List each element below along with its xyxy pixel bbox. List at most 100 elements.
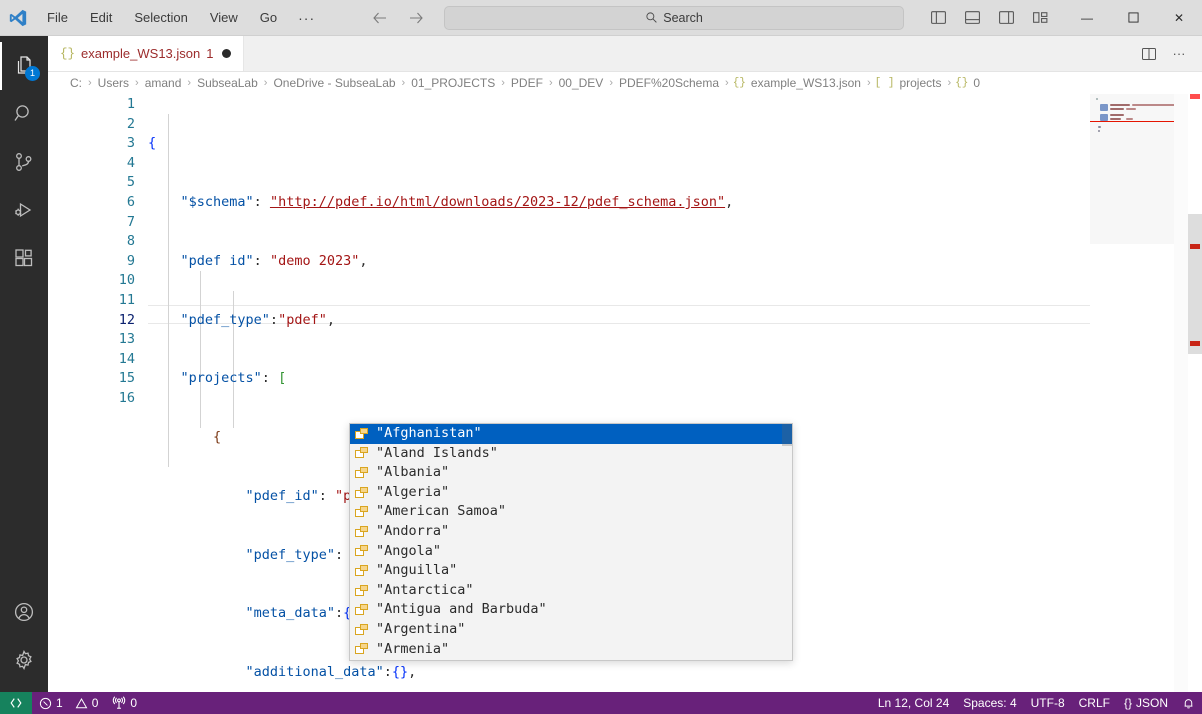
menu-selection[interactable]: Selection	[123, 5, 198, 31]
line-number: 2	[126, 115, 135, 132]
split-editor-icon[interactable]	[1136, 41, 1162, 67]
menu-overflow-button[interactable]: ···	[288, 7, 325, 29]
tab-example-ws13-json[interactable]: {} example_WS13.json 1	[48, 36, 245, 71]
remote-window-button[interactable]	[0, 692, 32, 714]
json-braces-icon: {}	[732, 77, 746, 89]
breadcrumb-item-11[interactable]: 0	[971, 76, 982, 90]
search-input[interactable]: Search	[444, 5, 905, 30]
suggest-item[interactable]: "Aland Islands"	[350, 444, 792, 464]
code-line-10: "additional_data":{},	[148, 663, 1202, 683]
arrow-left-icon[interactable]	[372, 10, 388, 26]
breadcrumb-item-2[interactable]: amand	[143, 76, 184, 90]
source-control-icon	[12, 150, 36, 174]
arrow-right-icon[interactable]	[408, 10, 424, 26]
code-token: :	[334, 605, 344, 622]
tab-label: example_WS13.json	[81, 46, 201, 61]
toggle-panel-icon[interactable]	[958, 5, 986, 31]
sidebar-item-explorer[interactable]: 1	[0, 42, 48, 90]
code-token: :	[253, 193, 270, 210]
close-button[interactable]: ✕	[1156, 0, 1202, 36]
breadcrumb-separator: ›	[609, 77, 613, 89]
problems-button[interactable]: 1 0	[32, 692, 105, 714]
suggest-item[interactable]: "American Samoa"	[350, 502, 792, 522]
remote-window-icon	[9, 696, 23, 710]
suggest-item[interactable]: "Anguilla"	[350, 561, 792, 581]
maximize-button[interactable]	[1110, 0, 1156, 36]
breadcrumb-item-5[interactable]: 01_PROJECTS	[409, 76, 497, 90]
toggle-primary-sidebar-icon[interactable]	[924, 5, 952, 31]
notifications-bell-button[interactable]	[1175, 692, 1202, 714]
encoding-setting[interactable]: UTF-8	[1024, 692, 1072, 714]
breadcrumb-item-6[interactable]: PDEF	[509, 76, 545, 90]
breadcrumb-item-10[interactable]: projects	[897, 76, 943, 90]
run-debug-icon	[12, 198, 36, 222]
breadcrumb-separator: ›	[725, 77, 729, 89]
sidebar-item-extensions[interactable]	[0, 234, 48, 282]
suggest-item[interactable]: "Afghanistan"	[350, 424, 792, 444]
cursor-position[interactable]: Ln 12, Col 24	[871, 692, 956, 714]
breadcrumb-separator: ›	[501, 77, 505, 89]
code-token: "pdef_id"	[245, 487, 319, 504]
menu-edit[interactable]: Edit	[79, 5, 123, 31]
suggest-item[interactable]: "Antigua and Barbuda"	[350, 600, 792, 620]
title-bar: File Edit Selection View Go ··· Search —…	[0, 0, 1202, 36]
enum-member-icon	[354, 623, 370, 637]
toggle-secondary-sidebar-icon[interactable]	[992, 5, 1020, 31]
enum-member-icon	[354, 584, 370, 598]
editor-scrollbar[interactable]	[1188, 214, 1202, 354]
breadcrumb-item-7[interactable]: 00_DEV	[557, 76, 606, 90]
ports-count: 0	[130, 696, 138, 710]
menu-view[interactable]: View	[199, 5, 249, 31]
suggest-item[interactable]: "Andorra"	[350, 522, 792, 542]
line-number-gutter: 1 2 3 4 5 6 7 8 9 10 11 12 13 14 15 16	[48, 94, 148, 692]
suggest-item-label: "Afghanistan"	[376, 425, 482, 441]
minimize-button[interactable]: —	[1064, 0, 1110, 36]
code-token: :	[318, 487, 335, 504]
manage-settings-button[interactable]	[0, 636, 48, 684]
code-token: ,	[326, 311, 335, 328]
accounts-button[interactable]	[0, 588, 48, 636]
menu-file[interactable]: File	[36, 5, 79, 31]
sidebar-item-search[interactable]	[0, 90, 48, 138]
code-editor[interactable]: 1 2 3 4 5 6 7 8 9 10 11 12 13 14 15 16 {…	[48, 94, 1202, 692]
line-number: 11	[118, 291, 135, 308]
code-token: "pdef"	[278, 311, 327, 328]
suggest-item[interactable]: "Armenia"	[350, 640, 792, 660]
sidebar-item-run-and-debug[interactable]	[0, 186, 48, 234]
breadcrumb-item-0[interactable]: C:	[68, 76, 84, 90]
breadcrumb-item-4[interactable]: OneDrive - SubseaLab	[271, 76, 397, 90]
autocomplete-suggest-widget[interactable]: "Afghanistan" "Aland Islands" "Albania"	[349, 423, 793, 661]
suggest-scrollbar[interactable]	[782, 424, 792, 446]
menu-bar[interactable]: File Edit Selection View Go ···	[36, 5, 325, 31]
suggest-item-label: "American Samoa"	[376, 503, 507, 520]
suggest-item[interactable]: "Albania"	[350, 463, 792, 483]
suggest-item[interactable]: "Angola"	[350, 542, 792, 562]
indentation-setting[interactable]: Spaces: 4	[956, 692, 1023, 714]
suggest-item[interactable]: "Algeria"	[350, 483, 792, 503]
more-actions-icon[interactable]: ···	[1166, 41, 1192, 67]
breadcrumb-item-9[interactable]: example_WS13.json	[749, 76, 863, 90]
sidebar-item-source-control[interactable]	[0, 138, 48, 186]
code-token-url[interactable]: "http://pdef.io/html/downloads/2023-12/p…	[270, 194, 725, 210]
suggest-item-label: "Antarctica"	[376, 581, 474, 598]
menu-go[interactable]: Go	[249, 5, 288, 31]
suggest-item-label: "Antigua and Barbuda"	[376, 601, 547, 618]
tab-dirty-indicator[interactable]	[222, 49, 232, 58]
minimap[interactable]	[1090, 94, 1188, 692]
breadcrumb-item-1[interactable]: Users	[96, 76, 131, 90]
breadcrumb-item-8[interactable]: PDEF%20Schema	[617, 76, 721, 90]
language-mode[interactable]: {} JSON	[1117, 692, 1175, 714]
suggest-item[interactable]: "Antarctica"	[350, 581, 792, 601]
suggest-item[interactable]: "Argentina"	[350, 620, 792, 640]
customize-layout-icon[interactable]	[1026, 5, 1054, 31]
code-line-3: "pdef id": "demo 2023",	[148, 252, 1202, 272]
line-number: 10	[118, 272, 135, 289]
code-token: "demo 2023"	[269, 252, 360, 269]
line-number: 16	[118, 389, 135, 406]
code-token: "meta_data"	[245, 605, 335, 622]
error-circle-icon	[39, 697, 52, 710]
eol-setting[interactable]: CRLF	[1072, 692, 1117, 714]
breadcrumb-item-3[interactable]: SubseaLab	[195, 76, 260, 90]
ports-button[interactable]: 0	[105, 692, 144, 714]
status-bar-right: Ln 12, Col 24 Spaces: 4 UTF-8 CRLF {} JS…	[871, 692, 1202, 714]
